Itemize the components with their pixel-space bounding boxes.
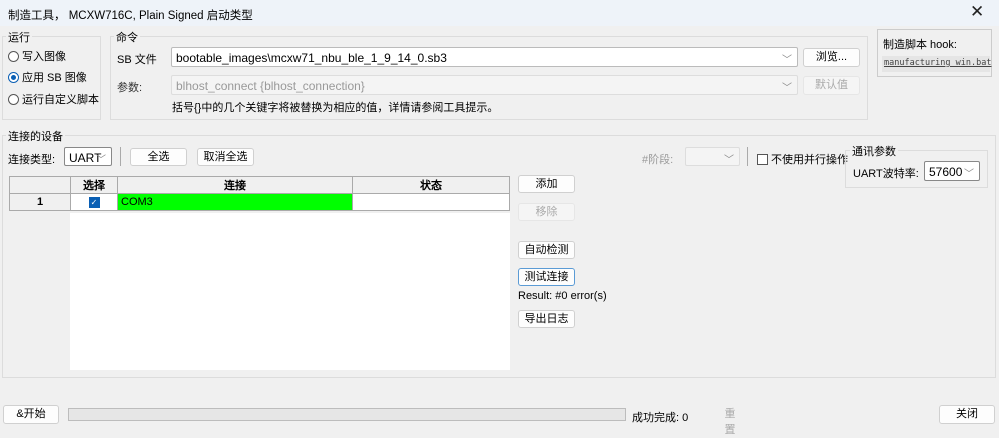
remove-button[interactable]: 移除 (518, 203, 575, 221)
column-status[interactable]: 状态 (352, 176, 510, 194)
radio-selected-icon (8, 71, 19, 83)
chevron-down-icon: ﹀ (782, 55, 792, 66)
corner-header (9, 176, 71, 194)
radio-apply-sb-image[interactable]: 应用 SB 图像 (8, 69, 87, 85)
radio-label: 写入图像 (22, 51, 66, 63)
test-connection-button[interactable]: 测试连接 (518, 268, 575, 286)
sb-file-value: bootable_images\mcxw71_nbu_ble_1_9_14_0.… (176, 51, 447, 65)
row-status (352, 193, 510, 211)
sb-file-label: SB 文件 (117, 54, 157, 66)
params-combo[interactable]: blhost_connect {blhost_connection} ﹀ (171, 75, 798, 95)
sb-file-combo[interactable]: bootable_images\mcxw71_nbu_ble_1_9_14_0.… (171, 47, 798, 67)
divider (120, 147, 121, 166)
row-connection: COM3 (117, 193, 353, 211)
export-log-button[interactable]: 导出日志 (518, 310, 575, 328)
devices-group-label: 连接的设备 (6, 128, 65, 144)
column-connection[interactable]: 连接 (117, 176, 353, 194)
auto-detect-button[interactable]: 自动检测 (518, 241, 575, 259)
select-all-button[interactable]: 全选 (130, 148, 187, 166)
close-icon[interactable]: ✕ (970, 2, 984, 22)
radio-write-image[interactable]: 写入图像 (8, 48, 66, 64)
table-header: 选择 连接 状态 (9, 176, 510, 194)
row-index: 1 (9, 193, 71, 211)
default-button[interactable]: 默认值 (803, 76, 860, 95)
run-group-label: 运行 (6, 29, 32, 45)
hook-script-link[interactable]: manufacturing_win.bat (882, 56, 991, 72)
chevron-down-icon: ﹀ (782, 83, 792, 94)
window-title: 制造工具， MCXW716C, Plain Signed 启动类型 (8, 10, 253, 22)
radio-icon (8, 93, 19, 105)
deselect-all-button[interactable]: 取消全选 (197, 148, 254, 166)
stage-label: #阶段: (642, 154, 674, 166)
radio-label: 应用 SB 图像 (22, 72, 87, 84)
table-row[interactable]: 1 ✓ COM3 (9, 193, 510, 211)
reset-button[interactable]: 重置 (720, 406, 740, 436)
test-result: Result: #0 error(s) (518, 290, 607, 302)
stage-select[interactable]: ﹀ (685, 147, 740, 166)
conn-type-label: 连接类型: (8, 154, 56, 166)
chevron-down-icon: ﹀ (724, 155, 734, 166)
baud-value: 57600 (929, 165, 963, 179)
hook-label: 制造脚本 hook: (883, 39, 957, 51)
baud-select[interactable]: 57600 ﹀ (924, 161, 980, 181)
radio-custom-script[interactable]: 运行自定义脚本 (8, 91, 99, 107)
no-parallel-checkbox[interactable]: 不使用并行操作 (757, 151, 848, 167)
checkbox-icon (757, 153, 768, 165)
params-label: 参数: (117, 82, 143, 94)
progress-bar (68, 408, 626, 421)
row-checkbox[interactable]: ✓ (70, 193, 118, 211)
checkbox-checked-icon: ✓ (88, 196, 100, 208)
browse-button[interactable]: 浏览... (803, 48, 860, 67)
add-button[interactable]: 添加 (518, 175, 575, 193)
success-count: 成功完成: 0 (632, 412, 689, 424)
no-parallel-label: 不使用并行操作 (771, 154, 848, 166)
conn-type-select[interactable]: UART ﹀ (64, 147, 112, 166)
chevron-down-icon: ﹀ (964, 169, 974, 180)
params-hint: 括号{}中的几个关键字将被替换为相应的值，详情请参阅工具提示。 (172, 102, 499, 114)
params-value: blhost_connect {blhost_connection} (176, 79, 365, 93)
column-select[interactable]: 选择 (70, 176, 118, 194)
radio-icon (8, 50, 19, 62)
divider (747, 147, 748, 166)
close-button[interactable]: 关闭 (939, 405, 995, 424)
device-table-body (70, 213, 510, 370)
start-button[interactable]: &开始 (3, 405, 59, 424)
radio-label: 运行自定义脚本 (22, 94, 99, 106)
chevron-down-icon: ﹀ (96, 155, 106, 166)
device-table: 选择 连接 状态 1 ✓ COM3 (9, 176, 510, 211)
command-group-label: 命令 (114, 29, 140, 45)
baud-label: UART波特率: (853, 168, 919, 180)
comm-group-label: 通讯参数 (850, 143, 898, 159)
